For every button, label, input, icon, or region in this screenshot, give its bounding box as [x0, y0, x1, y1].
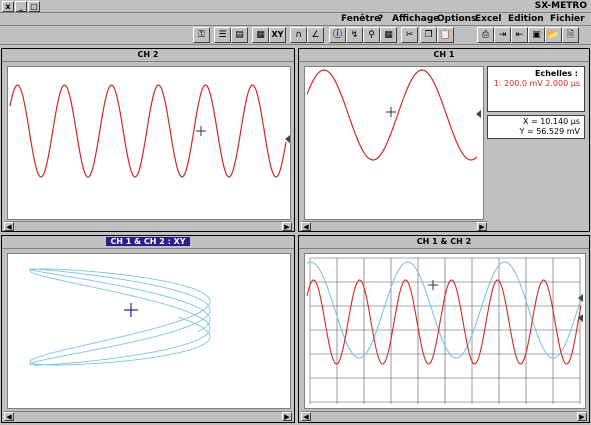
new-file-icon[interactable]: 🗎 [562, 27, 579, 43]
readout-box: X = 10.140 µs Y = 56.529 mV [487, 115, 585, 139]
panel-xy-title-text: CH 1 & CH 2 : XY [106, 237, 190, 246]
scroll-right-icon[interactable]: ▶ [577, 412, 587, 421]
panel-xy-title: CH 1 & CH 2 : XY [2, 236, 294, 249]
ch12-waveforms [306, 257, 583, 404]
plot-grid [309, 257, 581, 404]
windows-icon[interactable]: ▤ [231, 27, 248, 43]
minimize-button[interactable]: _ [15, 1, 27, 12]
list-icon[interactable]: ☰ [214, 27, 231, 43]
grid-icon[interactable]: ▦ [380, 27, 397, 43]
cursor-icon[interactable]: ⚲ [363, 27, 380, 43]
paste-icon[interactable]: 📋 [437, 27, 454, 43]
channel-marker-icon [476, 110, 481, 118]
panel-ch2[interactable]: CH 2 ◀ ▶ [1, 48, 295, 232]
scroll-right-icon[interactable]: ▶ [282, 412, 292, 421]
panel-ch1-title: CH 1 [299, 49, 589, 62]
scales-title: Echelles : [535, 69, 578, 78]
open-icon[interactable]: 📂 [545, 27, 562, 43]
menu-excel[interactable]: Excel [475, 14, 501, 25]
xy-lissajous [29, 268, 211, 366]
ramp-icon[interactable]: ∠ [307, 27, 324, 43]
panel-xy-plot[interactable] [7, 253, 291, 409]
panel-xy[interactable]: CH 1 & CH 2 : XY ◀ ▶ [1, 235, 295, 423]
panel-xy-scrollbar[interactable]: ◀ ▶ [4, 411, 292, 421]
menu-edition[interactable]: Edition [508, 14, 544, 25]
ch1-waveform [306, 69, 481, 161]
panel-ch12-plot[interactable] [304, 253, 586, 409]
scroll-left-icon[interactable]: ◀ [4, 412, 14, 421]
panel-ch12-title: CH 1 & CH 2 [299, 236, 589, 249]
crosshair-cursor[interactable] [386, 107, 396, 117]
panel-ch2-title: CH 2 [2, 49, 294, 62]
menu-affichage[interactable]: Affichage [392, 14, 439, 25]
panel-ch12-scrollbar[interactable]: ◀ ▶ [301, 411, 587, 421]
panel-ch2-scrollbar[interactable]: ◀ ▶ [4, 221, 292, 231]
scroll-right-icon[interactable]: ▶ [282, 222, 292, 231]
print-icon[interactable]: ⎙ [477, 27, 494, 43]
scroll-left-icon[interactable]: ◀ [301, 222, 311, 231]
scroll-left-icon[interactable]: ◀ [4, 222, 14, 231]
panel-ch1-plot[interactable] [304, 66, 484, 220]
probe-icon[interactable]: ↯ [346, 27, 363, 43]
scales-box: Echelles : 1: 200.0 mV 2.000 µs [487, 66, 585, 112]
crosshair-cursor[interactable] [124, 303, 138, 317]
panel-ch1-scrollbar[interactable]: ◀ ▶ [301, 221, 487, 231]
menu-options[interactable]: Options [437, 14, 476, 25]
toolbar: ⚿ ☰ ▤ ▦ XY ∩ ∠ ⓘ ↯ ⚲ ▦ ✂ ❐ 📋 ⎙ ⇥ ⇤ ▣ 📂 🗎 [0, 26, 591, 45]
import-icon[interactable]: ⇥ [494, 27, 511, 43]
crosshair-cursor[interactable] [196, 126, 206, 136]
save-icon[interactable]: ▣ [528, 27, 545, 43]
scissors-icon[interactable]: ✂ [401, 27, 418, 43]
crosshair-cursor[interactable] [428, 280, 438, 290]
panel-ch2-plot[interactable] [7, 66, 291, 220]
y-readout: Y = 56.529 mV [519, 127, 580, 136]
x-readout: X = 10.140 µs [522, 117, 580, 126]
maximize-button[interactable]: □ [28, 1, 40, 12]
copy-icon[interactable]: ❐ [420, 27, 437, 43]
close-button[interactable]: x [2, 1, 14, 12]
scroll-left-icon[interactable]: ◀ [301, 412, 311, 421]
waveform-icon[interactable]: ∩ [290, 27, 307, 43]
panel-ch12[interactable]: CH 1 & CH 2 ◀ ▶ [298, 235, 590, 423]
panel-ch1[interactable]: CH 1 Echelles : 1: 200.0 mV 2.000 µs X =… [298, 48, 590, 232]
scroll-right-icon[interactable]: ▶ [477, 222, 487, 231]
menu-bar: ? Fenêtre Affichage Options Excel Editio… [0, 13, 591, 26]
export-icon[interactable]: ⇤ [511, 27, 528, 43]
menu-fichier[interactable]: Fichier [550, 14, 585, 25]
info-icon[interactable]: ⓘ [329, 27, 346, 43]
app-title: SX-METRO [534, 1, 587, 11]
menu-fenetre[interactable]: Fenêtre [341, 14, 380, 25]
key-icon[interactable]: ⚿ [193, 27, 210, 43]
scales-value: 1: 200.0 mV 2.000 µs [493, 79, 580, 88]
xy-button[interactable]: XY [269, 27, 286, 43]
ch2-waveform [9, 84, 290, 178]
window-titlebar: x _ □ SX-METRO [0, 0, 591, 13]
calculator-icon[interactable]: ▦ [252, 27, 269, 43]
